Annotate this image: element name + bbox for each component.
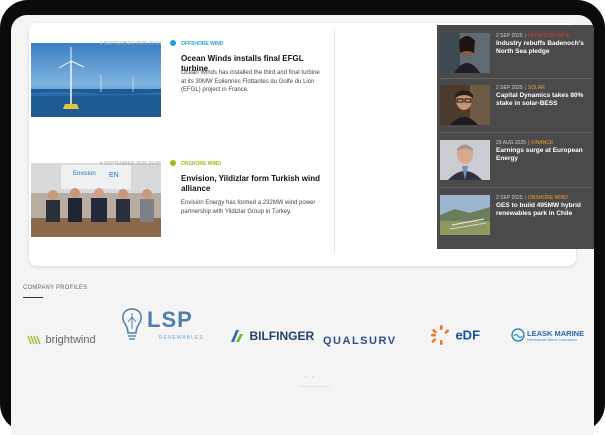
sidebar-date: 2 SEP 2025 xyxy=(496,85,523,91)
edf-sun-icon xyxy=(431,325,450,345)
lightbulb-icon xyxy=(122,308,142,340)
sidebar-title[interactable]: Capital Dynamics takes 80% stake in sola… xyxy=(496,92,590,108)
sidebar-divider xyxy=(440,132,592,133)
sidebar-item[interactable]: 2 SEP 2025 | OFFSHORE WIND Industry rebuff… xyxy=(440,31,592,77)
article-summary: Envision Energy has formed a 232MW wind … xyxy=(181,200,316,215)
sidebar-thumb-man-glasses[interactable] xyxy=(440,85,490,125)
sidebar-category[interactable]: ONSHORE WIND xyxy=(528,195,568,201)
portrait-image xyxy=(440,33,490,73)
sidebar-thumb-woman[interactable] xyxy=(440,33,490,73)
logo-text: BILFINGER xyxy=(249,328,315,343)
sidebar-meta: 29 AUG 2025 | FINANCE xyxy=(496,140,553,146)
portrait-image xyxy=(440,140,490,180)
offshore-turbine-image xyxy=(31,43,161,117)
sidebar-category[interactable]: FINANCE xyxy=(531,140,553,146)
portrait-image xyxy=(440,85,490,125)
article-category[interactable]: OFFSHORE WIND xyxy=(181,41,224,47)
sidebar-divider xyxy=(440,78,592,79)
tablet-frame: 4 SEPTEMBER 2025 09:24 OFFSHORE WIND Oce… xyxy=(0,0,605,435)
wind-lines-icon xyxy=(27,335,41,344)
logo-text: LEASK MARINE xyxy=(527,329,585,338)
logo-text: brightwind xyxy=(45,333,96,346)
logo-subtext: RENEWABLES xyxy=(159,335,204,341)
news-section: 4 SEPTEMBER 2025 09:24 OFFSHORE WIND Oce… xyxy=(29,23,594,266)
meta-separator: | xyxy=(524,85,526,91)
sidebar-category[interactable]: OFFSHORE WIND xyxy=(528,33,571,39)
article-card[interactable]: 4 SEPTEMBER 2025 09:24 OFFSHORE WIND Oce… xyxy=(29,23,329,133)
sidebar-thumb-landscape[interactable] xyxy=(440,195,490,235)
carousel-pager[interactable]: • • xyxy=(305,375,316,381)
category-dot xyxy=(170,40,176,46)
sidebar-date: 2 SEP 2025 xyxy=(496,33,523,39)
article-image-signing-ceremony[interactable]: Envision EN xyxy=(31,163,161,237)
article-summary: Ocean Winds has installed the third and … xyxy=(181,70,320,93)
logo-text: LSP xyxy=(147,307,193,332)
company-profiles-heading: COMPANY PROFILES xyxy=(23,285,88,291)
sidebar-thumb-man-suit[interactable] xyxy=(440,140,490,180)
sidebar-date: 29 AUG 2025 xyxy=(496,140,527,146)
svg-text:Envision: Envision xyxy=(73,171,96,177)
sidebar-title[interactable]: GES to build 495MW hybrid renewables par… xyxy=(496,202,590,218)
sidebar-item[interactable]: 29 AUG 2025 | FINANCE Earnings surge at Eu… xyxy=(440,138,592,184)
article-date: 4 SEPTEMBER 2025 09:24 xyxy=(99,41,161,47)
logo-subtext: International Marine Contractors xyxy=(527,338,577,342)
meta-separator: | xyxy=(524,33,526,39)
logo-edf[interactable]: eDF xyxy=(431,324,480,346)
sidebar-date: 2 SEP 2025 xyxy=(496,195,523,201)
article-title[interactable]: Envision, Yildizlar form Turkish wind al… xyxy=(181,174,321,194)
article-card[interactable]: Envision EN 4 SEPTEMBER 2025 09:05 ONSHO… xyxy=(29,143,329,253)
sidebar-item[interactable]: 2 SEP 2025 | ONSHORE WIND GES to build 495… xyxy=(440,193,592,239)
sidebar-title[interactable]: Industry rebuffs Badenoch's North Sea pl… xyxy=(496,40,590,56)
sidebar-title[interactable]: Earnings surge at European Energy xyxy=(496,147,590,163)
category-dot xyxy=(170,160,176,166)
logo-text: QUALSURV xyxy=(323,335,397,347)
svg-text:EN: EN xyxy=(109,172,119,179)
sidebar-divider xyxy=(440,187,592,188)
logo-qualsurv[interactable]: QUALSURV xyxy=(323,331,397,349)
logo-text: eDF xyxy=(455,327,481,343)
signing-ceremony-image: Envision EN xyxy=(31,163,161,237)
leask-wave-icon xyxy=(511,328,525,342)
article-image-offshore-turbine[interactable] xyxy=(31,43,161,117)
sidebar-meta: 2 SEP 2025 | ONSHORE WIND xyxy=(496,195,568,201)
meta-separator: | xyxy=(524,195,526,201)
article-date: 4 SEPTEMBER 2025 09:05 xyxy=(99,161,161,167)
sidebar-item[interactable]: 2 SEP 2025 | SOLAR Capital Dynamics takes … xyxy=(440,83,592,129)
web-page[interactable]: 4 SEPTEMBER 2025 09:24 OFFSHORE WIND Oce… xyxy=(11,15,594,435)
sidebar-meta: 2 SEP 2025 | OFFSHORE WIND xyxy=(496,33,570,39)
heading-underline xyxy=(23,297,43,298)
logo-brightwind[interactable]: brightwind xyxy=(27,331,96,349)
latest-news-sidebar: 2 SEP 2025 | OFFSHORE WIND Industry rebuff… xyxy=(437,25,594,249)
meta-separator: | xyxy=(528,140,530,146)
sidebar-category[interactable]: SOLAR xyxy=(528,85,545,91)
landscape-image xyxy=(440,195,490,235)
sidebar-meta: 2 SEP 2025 | SOLAR xyxy=(496,85,545,91)
logo-bilfinger[interactable]: BILFINGER xyxy=(229,327,314,345)
pager-line xyxy=(300,386,330,387)
column-divider xyxy=(334,29,335,253)
article-category[interactable]: ONSHORE WIND xyxy=(181,161,221,167)
bilfinger-mark-icon xyxy=(231,329,243,342)
